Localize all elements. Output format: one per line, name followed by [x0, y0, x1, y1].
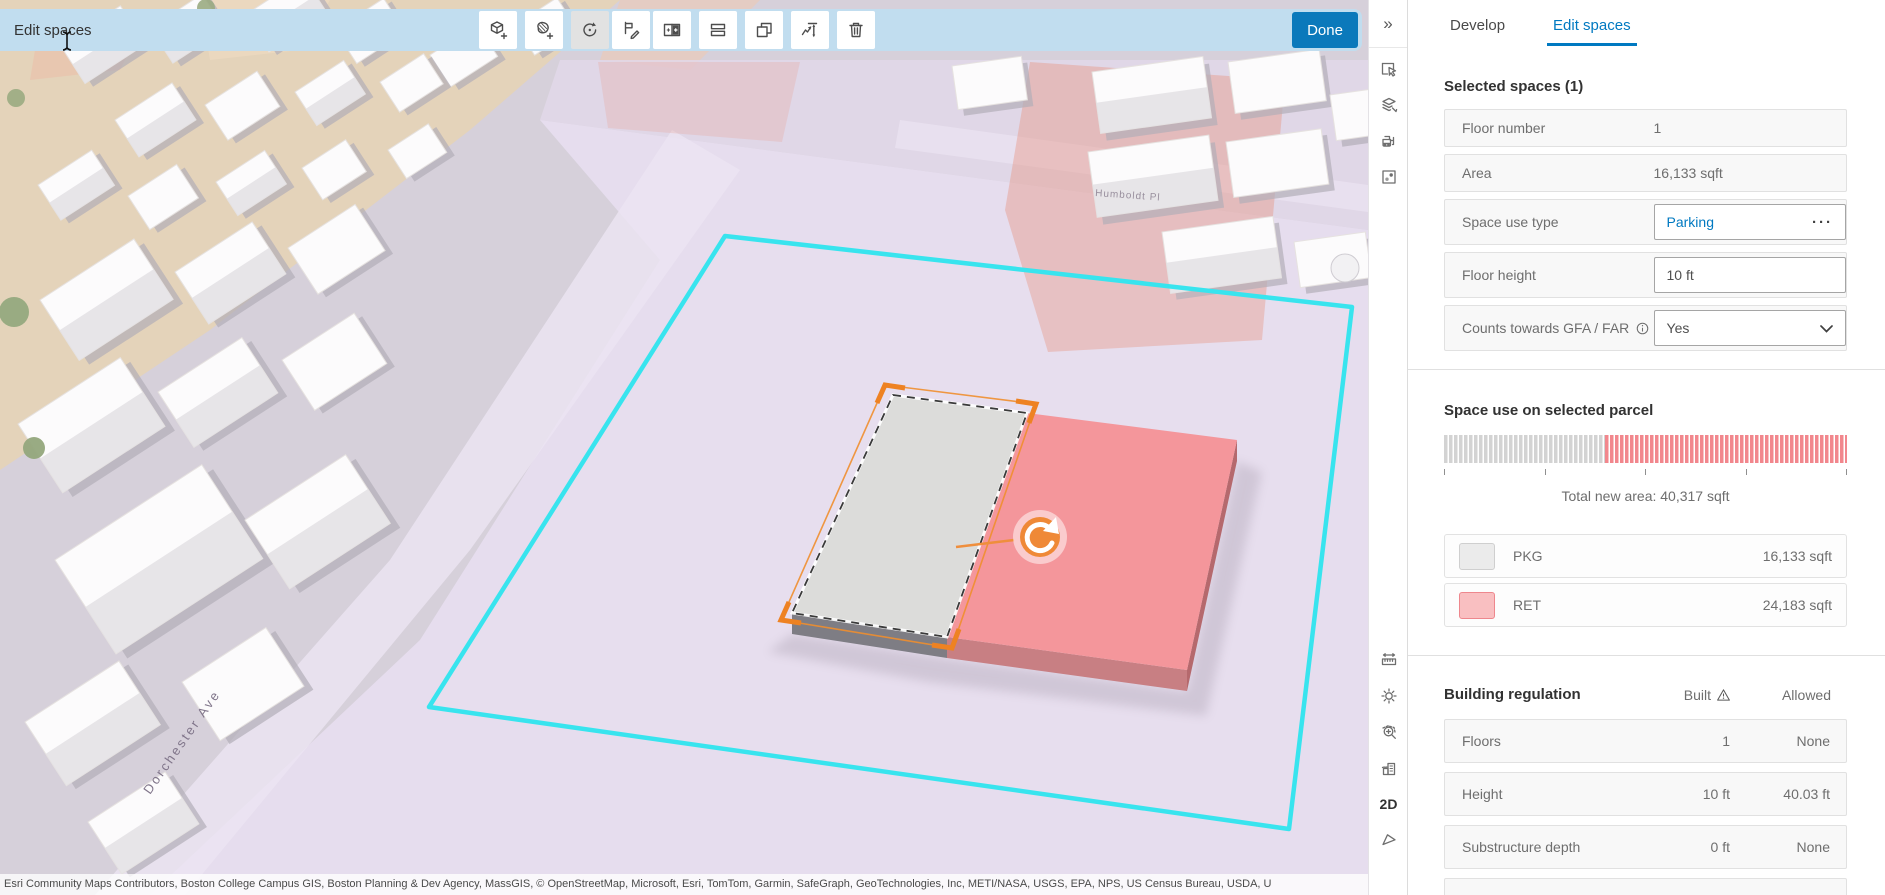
regulation-row-floors: Floors 1 None — [1444, 719, 1847, 763]
floor-number-value: 1 — [1653, 120, 1662, 136]
space-use-type-picker[interactable]: Parking ··· — [1653, 204, 1846, 240]
selected-spaces-heading: Selected spaces (1) — [1444, 78, 1584, 95]
total-new-area: Total new area: 40,317 sqft — [1561, 488, 1730, 504]
edit-spaces-panel: Develop Edit spaces Selected spaces (1) … — [1407, 0, 1885, 895]
space-use-heading: Space use on selected parcel — [1444, 402, 1654, 419]
space-use-bar-chart — [1444, 435, 1847, 463]
rotate-handle[interactable] — [1013, 510, 1067, 564]
built-column-header: Built — [1636, 687, 1731, 703]
daylight-sun-icon[interactable] — [1369, 679, 1408, 713]
legend-row-ret: RET 24,183 sqft — [1444, 583, 1847, 627]
section-divider — [1408, 655, 1885, 656]
text-cursor — [62, 31, 72, 51]
floor-height-value: 10 ft — [1666, 267, 1694, 283]
edit-toolbar: Edit spaces Done — [0, 9, 1362, 51]
duplicate-button[interactable] — [745, 11, 783, 49]
zoom-to-selection-icon[interactable] — [1369, 715, 1408, 749]
split-floor-button[interactable] — [699, 11, 737, 49]
allowed-column-header: Allowed — [1781, 686, 1831, 703]
map-attribution: Esri Community Maps Contributors, Boston… — [0, 874, 1368, 895]
space-use-type-row: Space use type Parking ··· — [1444, 199, 1847, 245]
map-3d-scene[interactable]: Dorchester Ave Humboldt Pl Esri Communit… — [0, 0, 1368, 895]
gfa-row: Counts towards GFA / FAR Yes — [1444, 305, 1847, 351]
bar-axis-ticks — [1444, 469, 1847, 475]
floor-height-input[interactable]: 10 ft — [1653, 257, 1846, 293]
section-divider — [1408, 369, 1885, 370]
space-use-type-value: Parking — [1666, 214, 1714, 230]
warning-icon — [1717, 688, 1730, 701]
tab-develop[interactable]: Develop — [1444, 17, 1511, 46]
chevron-down-icon — [1820, 320, 1833, 336]
edit-layers-icon[interactable] — [1369, 88, 1408, 122]
measure-icon[interactable] — [1369, 643, 1408, 677]
select-parcel-icon[interactable] — [1369, 52, 1408, 86]
collapse-panel-button[interactable]: » — [1369, 0, 1407, 48]
demolish-bulldozer-icon[interactable] — [1369, 124, 1408, 158]
floor-height-label: Floor height — [1462, 267, 1536, 283]
viewer-toolbar: » 2D — [1368, 0, 1407, 895]
change-height-button[interactable] — [791, 11, 829, 49]
regulation-row-far: FAR 0.21 2 — [1444, 878, 1847, 895]
arcgis-urban-app: Dorchester Ave Humboldt Pl Esri Communit… — [0, 0, 1885, 895]
done-button[interactable]: Done — [1292, 12, 1358, 48]
gfa-value: Yes — [1666, 320, 1690, 336]
split-space-button[interactable] — [653, 11, 691, 49]
panel-tabs: Develop Edit spaces — [1408, 0, 1885, 46]
edit-attributes-button[interactable] — [612, 11, 650, 49]
ret-color-swatch — [1459, 591, 1495, 619]
bar-segment-ret — [1605, 435, 1847, 463]
tab-edit-spaces[interactable]: Edit spaces — [1547, 17, 1637, 46]
gfa-select[interactable]: Yes — [1653, 310, 1846, 346]
area-label: Area — [1462, 165, 1492, 181]
space-use-type-label: Space use type — [1462, 214, 1559, 230]
pkg-code: PKG — [1513, 548, 1543, 564]
regulation-row-height: Height 10 ft 40.03 ft — [1444, 772, 1847, 816]
compass-icon[interactable] — [1369, 823, 1408, 857]
delete-button[interactable] — [837, 11, 875, 49]
modify-points-icon[interactable] — [1369, 160, 1408, 194]
ret-area: 24,183 sqft — [1762, 597, 1832, 613]
area-row: Area 16,133 sqft — [1444, 154, 1847, 192]
legend-row-pkg: PKG 16,133 sqft — [1444, 534, 1847, 578]
bar-segment-pkg — [1444, 435, 1606, 463]
context-buildings-icon[interactable] — [1369, 751, 1408, 785]
pkg-area: 16,133 sqft — [1762, 548, 1832, 564]
map-canvas[interactable]: Dorchester Ave Humboldt Pl — [0, 0, 1368, 895]
rotate-tool-button[interactable] — [571, 11, 609, 49]
gfa-label: Counts towards GFA / FAR — [1462, 320, 1630, 336]
add-volume-button[interactable] — [479, 11, 517, 49]
floor-number-label: Floor number — [1462, 120, 1546, 136]
regulation-row-substructure: Substructure depth 0 ft None — [1444, 825, 1847, 869]
space-use-menu-button[interactable]: ··· — [1812, 214, 1833, 231]
regulation-heading: Building regulation — [1444, 686, 1581, 703]
area-value: 16,133 sqft — [1653, 165, 1723, 181]
pkg-color-swatch — [1459, 542, 1495, 570]
add-area-button[interactable] — [525, 11, 563, 49]
edit-tools — [479, 11, 875, 49]
floor-height-row: Floor height 10 ft — [1444, 252, 1847, 298]
edit-toolbar-title: Edit spaces — [14, 21, 92, 39]
ret-code: RET — [1513, 597, 1541, 613]
2d-mode-button[interactable]: 2D — [1369, 787, 1408, 821]
regulation-header: Building regulation Built Allowed — [1444, 686, 1847, 703]
info-icon[interactable] — [1635, 321, 1650, 336]
floor-number-row: Floor number 1 — [1444, 109, 1847, 147]
